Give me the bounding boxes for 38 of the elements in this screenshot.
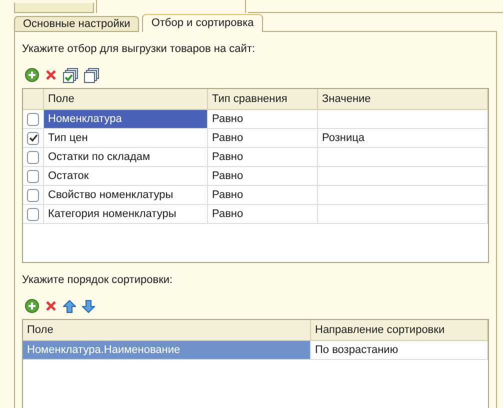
column-header[interactable]: Тип сравнения	[208, 89, 318, 109]
add-icon[interactable]	[25, 299, 39, 313]
table-cell[interactable]: Тип цен	[44, 129, 208, 148]
table-cell[interactable]: Свойство номенклатуры	[44, 186, 208, 205]
table-cell[interactable]: Номенклатура	[44, 110, 208, 129]
check-icon	[28, 134, 38, 142]
table-cell[interactable]: Категория номенклатуры	[44, 205, 208, 224]
table-cell: Равно	[208, 110, 318, 129]
column-header[interactable]: Поле	[23, 320, 311, 340]
tab[interactable]: Отбор и сортировка	[142, 14, 263, 32]
checkbox[interactable]	[27, 170, 39, 182]
table-cell: По возрастанию	[311, 341, 488, 360]
add-icon[interactable]	[25, 68, 39, 82]
column-header[interactable]: Поле	[44, 89, 208, 109]
table-cell: Равно	[208, 148, 318, 167]
uncheck-all-icon[interactable]	[84, 68, 99, 82]
delete-icon[interactable]	[45, 300, 57, 312]
checkbox[interactable]	[27, 150, 39, 164]
checkbox[interactable]	[27, 132, 39, 144]
table-cell: Розница	[318, 129, 488, 148]
table-cell[interactable]: Остаток	[44, 167, 208, 186]
checkbox[interactable]	[27, 188, 39, 202]
checkbox[interactable]	[27, 112, 39, 126]
table-cell: Равно	[208, 167, 318, 186]
column-header[interactable]: Значение	[318, 89, 488, 109]
arrow-down-icon[interactable]	[82, 300, 95, 312]
table-cell: Равно	[208, 205, 318, 224]
check-all-icon[interactable]	[63, 68, 78, 82]
sort-label: Укажите порядок сортировки:	[22, 273, 174, 286]
table-cell: Равно	[208, 129, 318, 148]
filter-label: Укажите отбор для выгрузки товаров на сайт:	[22, 42, 256, 55]
table-cell: Равно	[208, 186, 318, 205]
checkbox[interactable]	[27, 208, 39, 220]
tab[interactable]: Основные настройки	[14, 16, 140, 32]
delete-icon[interactable]	[45, 69, 57, 81]
table-cell[interactable]: Остатки по складам	[44, 148, 208, 167]
column-header[interactable]: Направление сортировки	[311, 320, 488, 340]
arrow-up-icon[interactable]	[63, 300, 76, 312]
